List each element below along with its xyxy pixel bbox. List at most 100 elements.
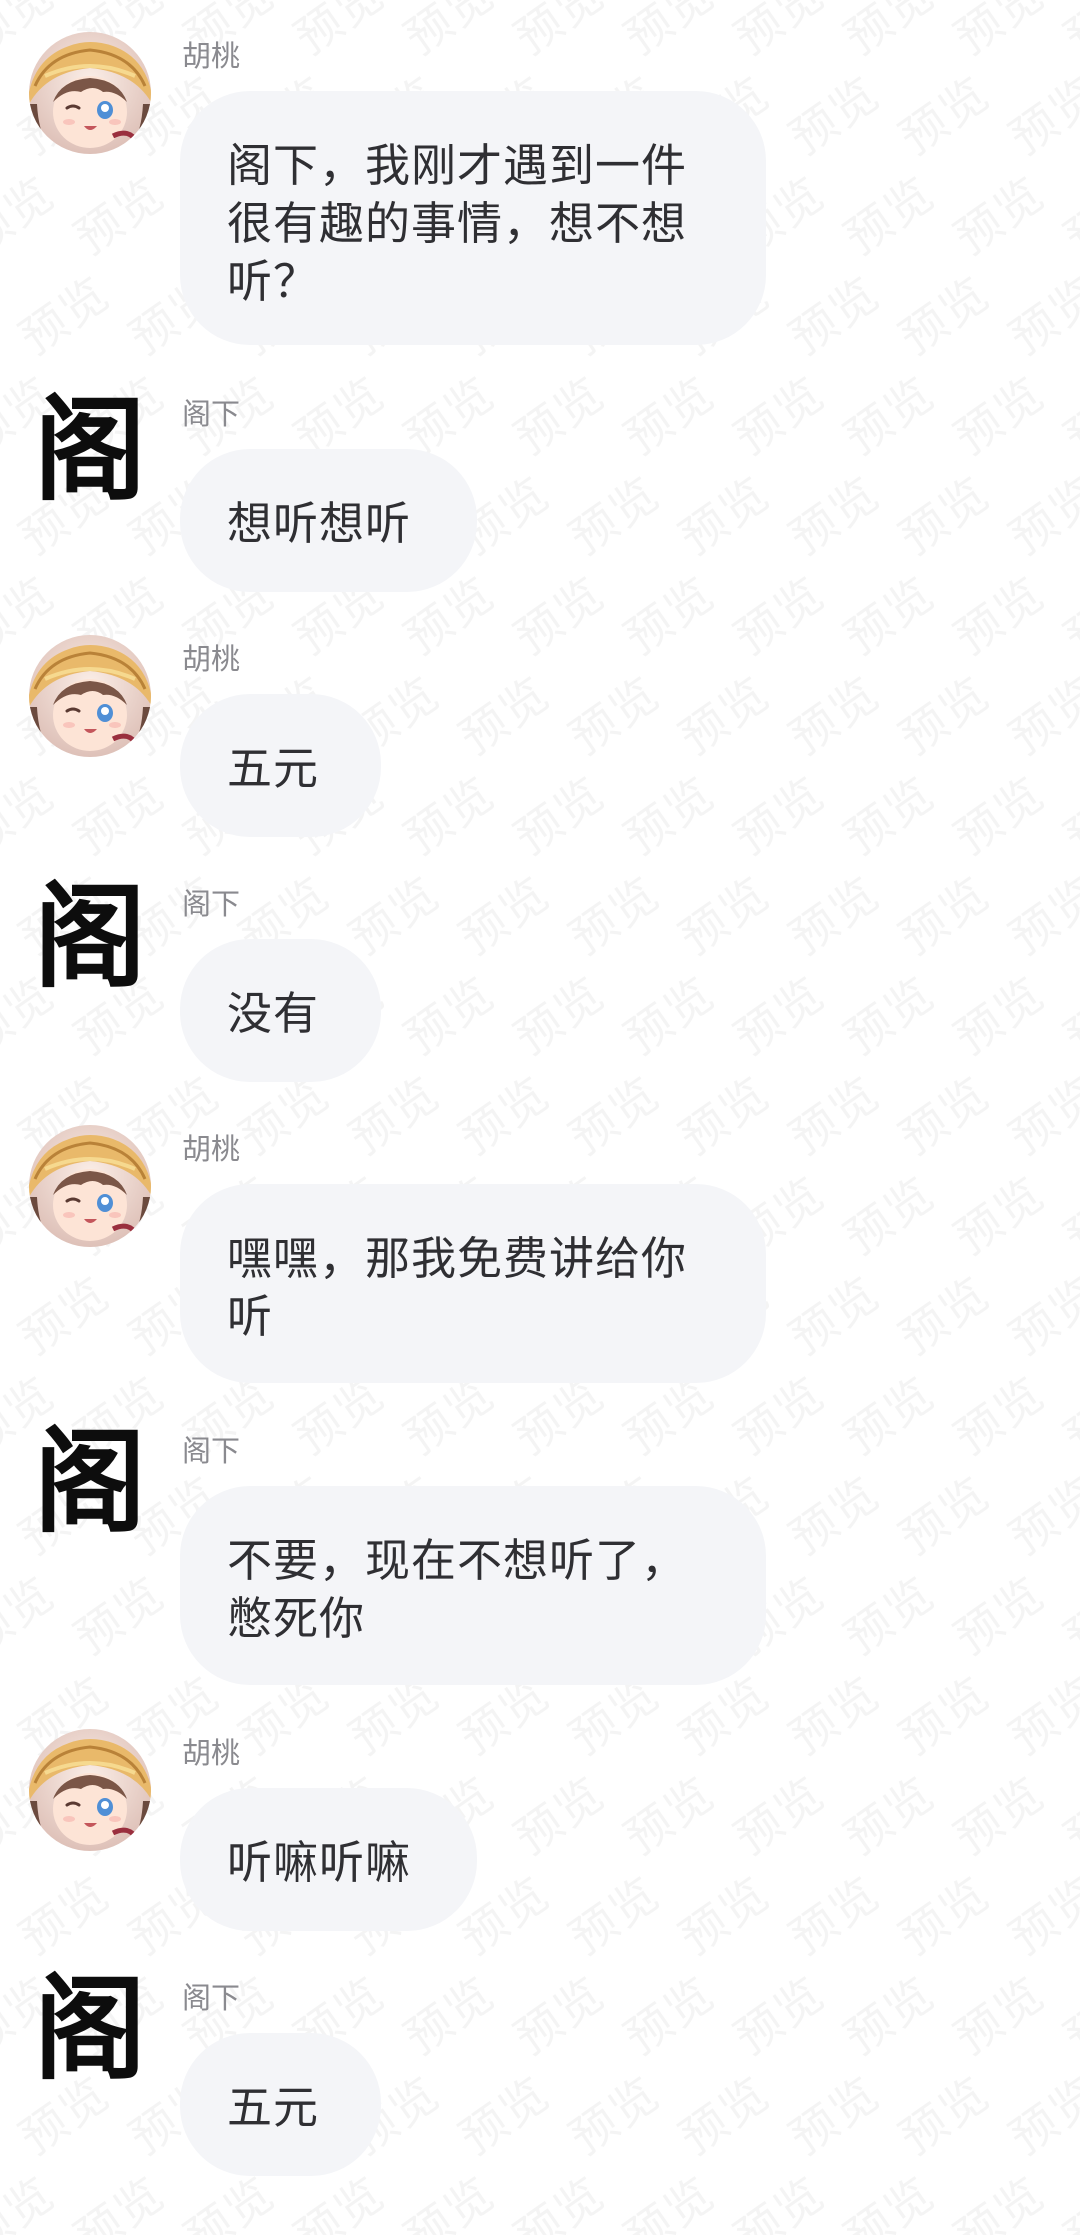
hutao-avatar[interactable] xyxy=(29,1729,151,1851)
gexia-avatar[interactable]: 阁 xyxy=(29,877,151,999)
watermark-text: 预览 xyxy=(1050,758,1080,867)
watermark-text: 预览 xyxy=(5,1258,121,1367)
watermark-text: 预览 xyxy=(500,1758,616,1867)
watermark-text: 预览 xyxy=(995,1058,1080,1167)
watermark-text: 预览 xyxy=(500,2158,616,2235)
watermark-text: 预览 xyxy=(555,2058,671,2167)
watermark-text: 预览 xyxy=(995,58,1080,167)
watermark-text: 预览 xyxy=(720,358,836,467)
sender-name: 阁下 xyxy=(182,1981,241,2015)
hutao-avatar[interactable] xyxy=(29,635,151,757)
watermark-text: 预览 xyxy=(995,458,1080,567)
watermark-text: 预览 xyxy=(940,358,1056,467)
watermark-text: 预览 xyxy=(940,0,1056,68)
watermark-text: 预览 xyxy=(885,658,1001,767)
watermark-text: 预览 xyxy=(335,858,451,967)
watermark-text: 预览 xyxy=(390,958,506,1067)
watermark-text: 预览 xyxy=(720,1958,836,2067)
message-bubble[interactable]: 嘿嘿，那我免费讲给你 听 xyxy=(180,1184,766,1383)
message-bubble[interactable]: 阁下，我刚才遇到一件 很有趣的事情，想不想 听？ xyxy=(180,91,766,345)
watermark-text: 预览 xyxy=(885,1458,1001,1567)
watermark-text: 预览 xyxy=(60,2158,176,2235)
watermark-text: 预览 xyxy=(500,958,616,1067)
watermark-text: 预览 xyxy=(830,1558,946,1667)
watermark-text: 预览 xyxy=(0,2158,66,2235)
watermark-text: 预览 xyxy=(885,2058,1001,2167)
watermark-text: 预览 xyxy=(665,658,781,767)
hutao-avatar[interactable] xyxy=(29,1125,151,1247)
watermark-text: 预览 xyxy=(390,758,506,867)
watermark-text: 预览 xyxy=(1050,958,1080,1067)
watermark-text: 预览 xyxy=(720,2158,836,2235)
message-bubble[interactable]: 不要，现在不想听了， 憋死你 xyxy=(180,1486,766,1685)
watermark-text: 预览 xyxy=(500,0,616,68)
message-bubble[interactable]: 听嘛听嘛 xyxy=(180,1788,477,1931)
watermark-text: 预览 xyxy=(1050,158,1080,267)
watermark-text: 预览 xyxy=(885,1058,1001,1167)
sender-name: 胡桃 xyxy=(182,39,241,73)
watermark-text: 预览 xyxy=(940,958,1056,1067)
watermark-text: 预览 xyxy=(5,258,121,367)
message-bubble[interactable]: 没有 xyxy=(180,939,381,1082)
gexia-avatar[interactable]: 阁 xyxy=(29,1422,151,1544)
watermark-text: 预览 xyxy=(995,1858,1080,1967)
watermark-text: 预览 xyxy=(830,558,946,667)
watermark-text: 预览 xyxy=(445,2058,561,2167)
watermark-text: 预览 xyxy=(335,1058,451,1167)
sender-name: 阁下 xyxy=(182,1434,241,1468)
watermark-text: 预览 xyxy=(665,1858,781,1967)
watermark-text: 预览 xyxy=(775,1058,891,1167)
watermark-text: 预览 xyxy=(830,958,946,1067)
message-bubble[interactable]: 五元 xyxy=(180,694,381,837)
message-bubble[interactable]: 想听想听 xyxy=(180,449,477,592)
watermark-text: 预览 xyxy=(775,2058,891,2167)
watermark-text: 预览 xyxy=(665,2058,781,2167)
watermark-text: 预览 xyxy=(940,1958,1056,2067)
watermark-text: 预览 xyxy=(775,58,891,167)
watermark-text: 预览 xyxy=(500,1958,616,2067)
watermark-text: 预览 xyxy=(940,1558,1056,1667)
gexia-avatar[interactable]: 阁 xyxy=(29,390,151,512)
sender-name: 胡桃 xyxy=(182,1736,241,1770)
watermark-text: 预览 xyxy=(665,858,781,967)
watermark-text: 预览 xyxy=(1050,1758,1080,1867)
hutao-avatar[interactable] xyxy=(29,32,151,154)
watermark-text: 预览 xyxy=(885,58,1001,167)
watermark-text: 预览 xyxy=(775,1258,891,1367)
watermark-text: 预览 xyxy=(995,2058,1080,2167)
watermark-text: 预览 xyxy=(555,1858,671,1967)
watermark-text: 预览 xyxy=(830,0,946,68)
watermark-text: 预览 xyxy=(610,2158,726,2235)
watermark-text: 预览 xyxy=(60,1558,176,1667)
watermark-text: 预览 xyxy=(775,258,891,367)
gexia-avatar[interactable]: 阁 xyxy=(29,1969,151,2091)
watermark-text: 预览 xyxy=(940,758,1056,867)
watermark-text: 预览 xyxy=(610,1958,726,2067)
watermark-text: 预览 xyxy=(995,1658,1080,1767)
watermark-text: 预览 xyxy=(940,1158,1056,1267)
watermark-text: 预览 xyxy=(610,358,726,467)
watermark-text: 预览 xyxy=(1050,1558,1080,1667)
watermark-text: 预览 xyxy=(60,758,176,867)
watermark-text: 预览 xyxy=(885,458,1001,567)
watermark-text: 预览 xyxy=(1050,558,1080,667)
gexia-avatar-glyph: 阁 xyxy=(34,877,146,999)
sender-name: 阁下 xyxy=(182,887,241,921)
watermark-text: 预览 xyxy=(0,758,66,867)
watermark-text: 预览 xyxy=(720,1758,836,1867)
watermark-text: 预览 xyxy=(1050,2158,1080,2235)
watermark-text: 预览 xyxy=(0,1558,66,1667)
watermark-text: 预览 xyxy=(610,1758,726,1867)
watermark-text: 预览 xyxy=(775,858,891,967)
watermark-text: 预览 xyxy=(885,258,1001,367)
watermark-text: 预览 xyxy=(5,1858,121,1967)
watermark-text: 预览 xyxy=(830,1958,946,2067)
watermark-text: 预览 xyxy=(995,1458,1080,1567)
watermark-text: 预览 xyxy=(1050,1958,1080,2067)
watermark-text: 预览 xyxy=(500,558,616,667)
watermark-text: 预览 xyxy=(720,958,836,1067)
gexia-avatar-glyph: 阁 xyxy=(34,1422,146,1544)
message-bubble[interactable]: 五元 xyxy=(180,2033,381,2176)
watermark-text: 预览 xyxy=(720,1358,836,1467)
watermark-text: 预览 xyxy=(610,558,726,667)
